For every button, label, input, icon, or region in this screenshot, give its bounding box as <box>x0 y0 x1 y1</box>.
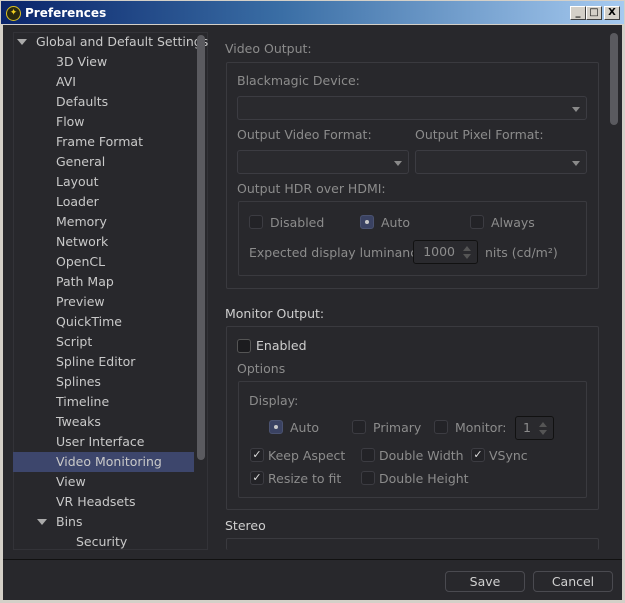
hdr-disabled-label: Disabled <box>270 215 325 230</box>
resize-to-fit-label: Resize to fit <box>268 471 342 486</box>
enabled-label: Enabled <box>256 338 307 353</box>
hdr-always-label: Always <box>491 215 535 230</box>
video-format-dropdown[interactable] <box>237 150 409 174</box>
tree-item-bins[interactable]: Bins <box>56 512 82 532</box>
save-button[interactable]: Save <box>445 571 525 592</box>
tree-item[interactable]: QuickTime <box>56 312 122 332</box>
hdr-disabled-radio[interactable] <box>249 215 263 229</box>
tree-item[interactable]: Spline Editor <box>56 352 135 372</box>
tree-item[interactable]: Script <box>56 332 92 352</box>
device-dropdown[interactable] <box>237 96 587 120</box>
display-auto-label: Auto <box>290 420 320 435</box>
video-output-title: Video Output: <box>225 41 312 56</box>
keep-aspect-checkbox[interactable]: ✓ <box>250 448 264 462</box>
resize-to-fit-checkbox[interactable]: ✓ <box>250 471 264 485</box>
tree-item[interactable]: View <box>56 472 86 492</box>
tree-item[interactable]: Preview <box>56 292 105 312</box>
pixel-format-dropdown[interactable] <box>415 150 587 174</box>
minimize-button[interactable]: _ <box>570 6 586 20</box>
display-primary-label: Primary <box>373 420 422 435</box>
app-logo-icon: ✦ <box>6 6 21 21</box>
vsync-checkbox[interactable]: ✓ <box>471 448 485 462</box>
stereo-group <box>226 538 599 550</box>
tree-item[interactable]: Network <box>56 232 108 252</box>
tree-item[interactable]: Layout <box>56 172 99 192</box>
enabled-checkbox[interactable] <box>237 339 251 353</box>
monitor-spinbox[interactable]: 1 <box>515 416 554 440</box>
double-height-checkbox[interactable] <box>361 471 375 485</box>
display-label: Display: <box>249 393 299 408</box>
tree-item[interactable]: Memory <box>56 212 107 232</box>
vsync-label: VSync <box>489 448 528 463</box>
device-label: Blackmagic Device: <box>237 73 360 88</box>
tree-item-global[interactable]: Global and Default Settings <box>36 32 208 52</box>
tree-item[interactable]: 3D View <box>56 52 107 72</box>
display-monitor-label: Monitor: <box>455 420 507 435</box>
tree-item[interactable]: Video Monitoring <box>13 452 194 472</box>
hdr-always-radio[interactable] <box>470 215 484 229</box>
tree-item[interactable]: User Interface <box>56 432 144 452</box>
tree-item[interactable]: Tweaks <box>56 412 101 432</box>
tree-item[interactable]: AVI <box>56 72 76 92</box>
luminance-unit: nits (cd/m²) <box>485 245 558 260</box>
maximize-button[interactable]: □ <box>586 6 602 20</box>
tree-item-security[interactable]: Security <box>76 532 127 552</box>
title-bar[interactable]: ✦ Preferences _ □ X <box>0 0 625 25</box>
tree-item[interactable]: Loader <box>56 192 99 212</box>
video-format-label: Output Video Format: <box>237 127 372 142</box>
double-width-label: Double Width <box>379 448 464 463</box>
stereo-title: Stereo <box>225 518 266 533</box>
options-label: Options <box>237 361 286 376</box>
tree-scrollbar[interactable] <box>197 35 205 460</box>
cancel-button[interactable]: Cancel <box>533 571 613 592</box>
tree-item[interactable]: Timeline <box>56 392 109 412</box>
double-height-label: Double Height <box>379 471 469 486</box>
tree-item[interactable]: General <box>56 152 105 172</box>
pixel-format-label: Output Pixel Format: <box>415 127 544 142</box>
tree-item[interactable]: Flow <box>56 112 85 132</box>
tree-item[interactable]: Defaults <box>56 92 108 112</box>
footer-divider <box>3 559 622 560</box>
keep-aspect-label: Keep Aspect <box>268 448 346 463</box>
tree-item[interactable]: Frame Format <box>56 132 143 152</box>
hdr-auto-radio[interactable] <box>360 215 374 229</box>
tree-item[interactable]: VR Headsets <box>56 492 136 512</box>
monitor-output-title: Monitor Output: <box>225 306 325 321</box>
double-width-checkbox[interactable] <box>361 448 375 462</box>
window-title: Preferences <box>25 6 107 20</box>
hdr-auto-label: Auto <box>381 215 411 230</box>
close-button[interactable]: X <box>604 6 620 20</box>
hdr-group <box>238 201 587 276</box>
hdr-label: Output HDR over HDMI: <box>237 181 386 196</box>
tree-item[interactable]: Splines <box>56 372 101 392</box>
tree-item[interactable]: OpenCL <box>56 252 105 272</box>
expand-arrow-icon[interactable] <box>17 39 27 45</box>
display-monitor-radio[interactable] <box>434 420 448 434</box>
luminance-label: Expected display luminance: <box>249 245 429 260</box>
expand-arrow-icon[interactable] <box>37 519 47 525</box>
tree-item[interactable]: Path Map <box>56 272 114 292</box>
display-primary-radio[interactable] <box>352 420 366 434</box>
main-scrollbar[interactable] <box>610 33 618 125</box>
display-auto-radio[interactable] <box>269 420 283 434</box>
luminance-spinbox[interactable]: 1000 <box>413 240 478 264</box>
